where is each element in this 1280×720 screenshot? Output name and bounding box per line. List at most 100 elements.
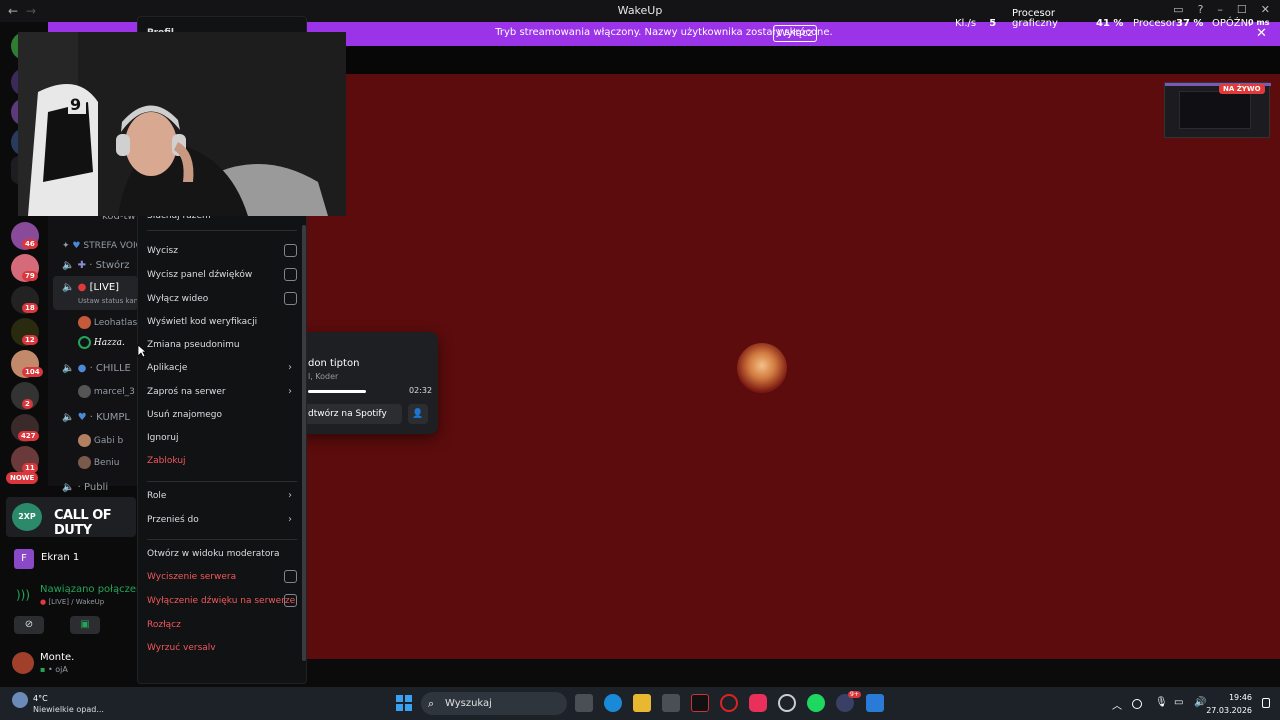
notification-badge: 427 xyxy=(18,431,39,441)
member-name: Beniu xyxy=(93,458,120,468)
connection-channel[interactable]: ● [LIVE] / WakeUp xyxy=(40,598,104,606)
svg-text:9: 9 xyxy=(70,95,81,114)
menu-checkbox[interactable] xyxy=(284,292,297,305)
menu-scrollbar[interactable] xyxy=(302,225,306,661)
spotify-icon[interactable] xyxy=(807,694,825,712)
notification-badge: 18 xyxy=(22,303,38,313)
notifications-icon[interactable] xyxy=(1262,698,1270,708)
weather-description[interactable]: Niewielkie opad... xyxy=(33,705,104,714)
task-view-icon[interactable] xyxy=(575,694,593,712)
chevron-right-icon: › xyxy=(288,362,292,373)
screen-share-button[interactable]: ▣ xyxy=(70,616,100,634)
weather-temperature[interactable]: 4°C xyxy=(33,694,48,703)
network-icon[interactable]: ▭ xyxy=(1174,697,1183,708)
window-controls: ▭ ? – ☐ ✕ xyxy=(1173,3,1270,16)
menu-item[interactable]: Wyłącz wideo xyxy=(147,294,208,304)
connection-channel-label: [LIVE] / WakeUp xyxy=(48,598,105,606)
tiktok-icon[interactable] xyxy=(749,694,767,712)
menu-item[interactable]: Wycisz xyxy=(147,246,178,256)
member-name: Hazza. xyxy=(93,338,125,348)
new-badge[interactable]: NOWE xyxy=(6,472,39,484)
menu-item[interactable]: Wyciszenie serwera xyxy=(147,572,236,582)
screen-share-item[interactable]: F Ekran 1 xyxy=(6,545,136,571)
close-window-button[interactable]: ✕ xyxy=(1261,3,1270,16)
edge-icon[interactable] xyxy=(604,694,622,712)
tray-app-icon[interactable] xyxy=(1132,699,1142,709)
search-placeholder[interactable]: Wyszukaj xyxy=(445,698,492,709)
clock-time[interactable]: 19:46 xyxy=(1224,693,1252,702)
menu-checkbox[interactable] xyxy=(284,594,297,607)
gpu-label-2: graficzny xyxy=(1012,18,1058,29)
menu-item[interactable]: Przenieś do xyxy=(147,515,199,525)
open-spotify-button[interactable]: dtwórz na Spotify xyxy=(302,404,402,424)
menu-item[interactable]: Zmiana pseudonimu xyxy=(147,340,240,350)
file-explorer-icon[interactable] xyxy=(633,694,651,712)
menu-item[interactable]: Usuń znajomego xyxy=(147,410,222,420)
tray-chevron-icon[interactable]: ︿ xyxy=(1112,697,1122,712)
double-xp-icon: 2XP xyxy=(12,503,42,531)
fps-label: Kl./s xyxy=(955,18,977,29)
connection-status[interactable]: Nawiązano połączenie xyxy=(40,584,151,595)
menu-item[interactable]: Ignoruj xyxy=(147,433,178,443)
signal-icon[interactable]: ))) xyxy=(16,588,30,602)
menu-item[interactable]: Aplikacje xyxy=(147,363,187,373)
menu-item[interactable]: Role xyxy=(147,491,166,501)
avatar xyxy=(78,316,91,329)
channel-label: · CHILLE xyxy=(89,363,131,374)
close-banner-icon[interactable]: ✕ xyxy=(1256,26,1267,41)
inbox-icon[interactable]: ▭ xyxy=(1173,3,1183,16)
weather-icon[interactable] xyxy=(12,692,28,708)
voice-member[interactable]: Beniu xyxy=(78,456,120,469)
store-icon[interactable] xyxy=(662,694,680,712)
participant-avatar[interactable] xyxy=(737,343,787,393)
avatar xyxy=(12,652,34,674)
microphone-icon[interactable]: 🎙 xyxy=(1155,697,1168,708)
menu-item[interactable]: Wyłączenie dźwięku na serwerze xyxy=(147,596,295,606)
menu-checkbox[interactable] xyxy=(284,570,297,583)
opera-icon[interactable] xyxy=(720,694,738,712)
menu-item[interactable]: Zablokuj xyxy=(147,456,186,466)
game-activity-card[interactable]: 2XP CALL OF DUTY xyxy=(6,497,136,538)
voice-channel-live[interactable]: 🔈 ● [LIVE] xyxy=(62,282,119,293)
cpu-label: Procesor xyxy=(1133,18,1176,29)
windows-start-icon[interactable] xyxy=(396,695,412,711)
taskbar-search[interactable] xyxy=(421,692,567,715)
menu-item[interactable]: Wycisz panel dźwięków xyxy=(147,270,252,280)
chevron-right-icon: › xyxy=(288,490,292,501)
user-panel[interactable]: Monte. ▪ • ojA xyxy=(10,648,136,682)
channel-category[interactable]: ✦ ♥ STREFA VOICE xyxy=(62,241,148,251)
menu-item[interactable]: Otwórz w widoku moderatora xyxy=(147,549,280,559)
voice-member[interactable]: Hazza. xyxy=(78,336,125,349)
notification-badge: 12 xyxy=(22,335,38,345)
voice-member[interactable]: Gabi b xyxy=(78,434,123,447)
steam-icon[interactable] xyxy=(778,694,796,712)
voice-stage xyxy=(306,74,1280,659)
voice-connection-panel: ))) Nawiązano połączenie ● [LIVE] / Wake… xyxy=(6,580,151,612)
member-name: Leohatlas xyxy=(93,318,138,328)
voice-member[interactable]: marcel_3 xyxy=(78,385,135,398)
channel-label: · KUMPL xyxy=(89,412,130,423)
grid-app-icon[interactable] xyxy=(866,694,884,712)
menu-item[interactable]: Rozłącz xyxy=(147,620,181,630)
clock-date[interactable]: 27.03.2026 xyxy=(1198,706,1252,715)
voice-channel[interactable]: 🔈 · Publi xyxy=(62,482,108,493)
gpu-stat: Procesor graficzny xyxy=(1012,9,1058,29)
menu-checkbox[interactable] xyxy=(284,244,297,257)
menu-item[interactable]: Wyrzuć versalv xyxy=(147,643,216,653)
menu-item[interactable]: Wyświetl kod weryfikacji xyxy=(147,317,257,327)
camera-off-button[interactable]: ⊘ xyxy=(14,616,44,634)
minimize-button[interactable]: – xyxy=(1217,3,1223,16)
track-title: don tipton xyxy=(308,358,360,369)
discord-badge: 9+ xyxy=(848,691,861,698)
menu-checkbox[interactable] xyxy=(284,268,297,281)
disable-streamer-mode-button[interactable]: Wyłącz xyxy=(773,25,817,42)
voice-channel[interactable]: 🔈 ♥ · KUMPL xyxy=(62,412,130,423)
voice-channel-create[interactable]: 🔈 ✚ · Stwórz xyxy=(62,260,130,271)
add-friend-icon[interactable]: 👤 xyxy=(408,404,428,424)
voice-channel[interactable]: 🔈 ● · CHILLE xyxy=(62,363,131,374)
voice-member[interactable]: Leohatlas xyxy=(78,316,137,329)
maximize-button[interactable]: ☐ xyxy=(1237,3,1247,16)
app-icon[interactable] xyxy=(691,694,709,712)
menu-item[interactable]: Zaproś na serwer xyxy=(147,387,226,397)
help-icon[interactable]: ? xyxy=(1198,3,1204,16)
